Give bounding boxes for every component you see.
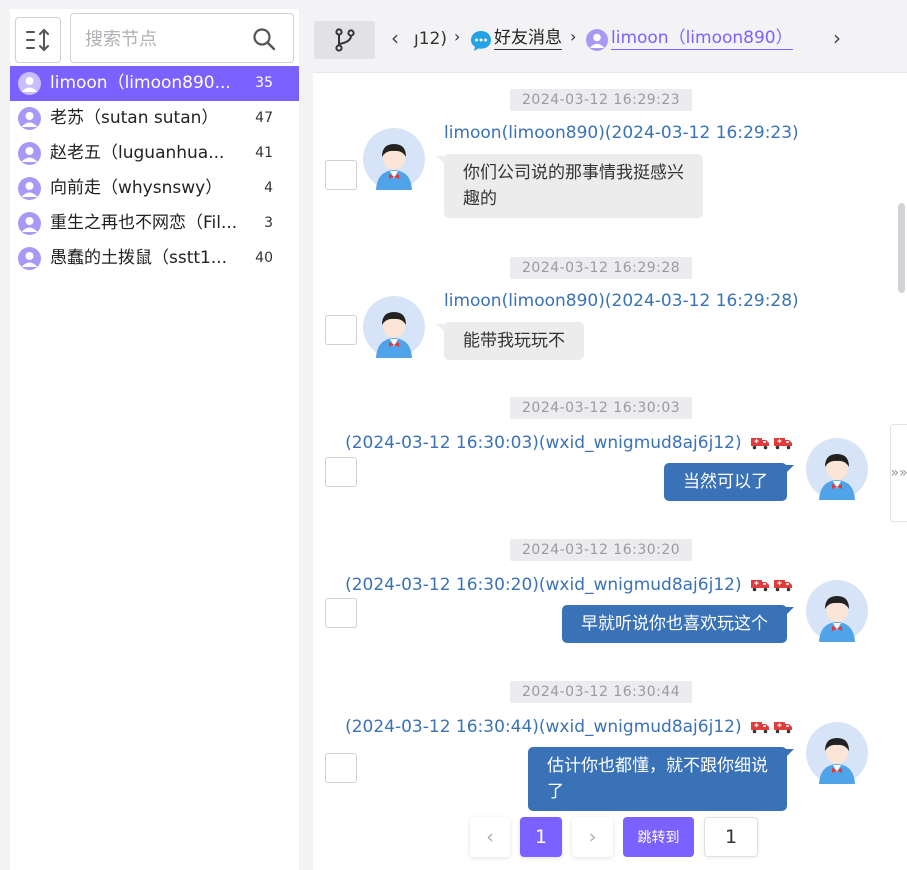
branch-button[interactable] [314,21,375,59]
contact-name: limoon（limoon890... [50,73,231,93]
app-window: limoon（limoon890... 35 老苏（sutan sutan） 4… [0,0,907,870]
delivery-truck-icon [774,438,792,450]
contact-name: 向前走（whysnswy） [50,178,223,198]
message-text-line: 当然可以了 [683,472,768,492]
contact-sidebar: limoon（limoon890... 35 老苏（sutan sutan） 4… [10,9,299,870]
message-count: 35 [255,75,273,91]
prev-page-button[interactable]: ‹ [470,817,510,857]
breadcrumb-back-arrow[interactable]: ‹ [391,26,399,50]
contact-item[interactable]: 愚蠢的土拨鼠（sstt1... 40 [10,241,299,276]
message-bubble[interactable]: 当然可以了 [664,463,794,501]
message-count: 47 [255,110,273,126]
user-avatar-icon [586,29,608,51]
chat-panel: ‹ ȷ12) › 好友消息 › limoon（limoon890） › 2024… [313,9,907,870]
message-bubble[interactable]: 你们公司说的那事情我挺感兴 趣的 [437,154,703,218]
delivery-truck-icon [751,580,769,592]
contact-name: 赵老五（luguanhua... [50,143,225,163]
message-sender: (2024-03-12 16:30:44)(wxid_wnigmud8aj6j1… [345,715,793,739]
scrollbar-thumb[interactable] [898,203,905,293]
jump-page-input[interactable] [704,817,758,857]
message-count: 40 [255,250,273,266]
delivery-truck-icon [774,580,792,592]
message-count: 41 [255,145,273,161]
message-select-checkbox[interactable] [325,457,357,487]
user-avatar-icon [18,142,41,165]
contact-name: 老苏（sutan sutan） [50,108,219,128]
message-timestamp: 2024-03-12 16:29:28 [510,257,693,279]
contact-item[interactable]: 重生之再也不网恋（Fil... 3 [10,206,299,241]
search-box [70,13,294,63]
message-timestamp: 2024-03-12 16:29:23 [510,89,693,111]
message-select-checkbox[interactable] [325,753,357,783]
message-select-checkbox[interactable] [325,315,357,345]
user-avatar-icon [363,128,425,190]
page-number-button[interactable]: 1 [520,817,562,857]
user-avatar-icon [363,296,425,358]
search-icon[interactable] [251,26,277,52]
message-sender: limoon(limoon890)(2024-03-12 16:29:23) [444,123,799,143]
jump-to-page-button[interactable]: 跳转到 [623,817,694,857]
breadcrumb-separator: › [570,27,577,46]
message-list: 2024-03-12 16:29:23 limoon(limoon890)(20… [313,72,907,870]
message-text-line: 你们公司说的那事情我挺感兴 [463,163,684,183]
message-text-line: 早就听说你也喜欢玩这个 [581,614,768,634]
user-avatar-icon [18,107,41,130]
message-sender: (2024-03-12 16:30:20)(wxid_wnigmud8aj6j1… [345,573,793,597]
message-count: 3 [264,215,273,231]
user-avatar-icon [806,438,868,500]
message-count: 4 [264,180,273,196]
contact-item[interactable]: limoon（limoon890... 35 [10,66,299,101]
message-sender: (2024-03-12 16:30:03)(wxid_wnigmud8aj6j1… [345,431,793,455]
delivery-truck-icon [751,438,769,450]
message-text-line: 趣的 [463,189,497,209]
chat-bubble-icon [471,31,491,51]
search-input[interactable] [85,26,245,52]
sort-button[interactable] [15,17,61,63]
user-avatar-icon [18,247,41,270]
message-timestamp: 2024-03-12 16:30:03 [510,397,693,419]
contact-item[interactable]: 向前走（whysnswy） 4 [10,171,299,206]
breadcrumb: ‹ ȷ12) › 好友消息 › limoon（limoon890） › [313,18,907,62]
breadcrumb-separator: › [454,27,461,46]
delivery-truck-icon [751,722,769,734]
message-text-line: 了 [547,782,564,802]
expand-panel-handle[interactable]: »» [890,424,907,522]
message-select-checkbox[interactable] [325,598,357,628]
message-bubble[interactable]: 能带我玩玩不 [437,322,584,360]
message-select-checkbox[interactable] [325,160,357,190]
user-avatar-icon [18,212,41,235]
message-timestamp: 2024-03-12 16:30:20 [510,539,693,561]
user-avatar-icon [806,580,868,642]
user-avatar-icon [18,72,41,95]
message-sender-text: (2024-03-12 16:30:20)(wxid_wnigmud8aj6j1… [345,575,742,595]
breadcrumb-forward-arrow[interactable]: › [833,26,841,50]
contact-name: 愚蠢的土拨鼠（sstt1... [50,248,228,268]
message-timestamp: 2024-03-12 16:30:44 [510,681,693,703]
message-text-line: 能带我玩玩不 [463,331,565,351]
contact-name: 重生之再也不网恋（Fil... [50,213,238,233]
message-text-line: 估计你也都懂，就不跟你细说 [547,756,768,776]
next-page-button[interactable]: › [572,817,613,857]
message-sender-text: (2024-03-12 16:30:44)(wxid_wnigmud8aj6j1… [345,717,742,737]
branch-icon [334,28,355,52]
user-avatar-icon [806,722,868,784]
contact-item[interactable]: 赵老五（luguanhua... 41 [10,136,299,171]
message-sender: limoon(limoon890)(2024-03-12 16:29:28) [444,291,799,311]
message-bubble[interactable]: 估计你也都懂，就不跟你细说 了 [528,747,794,811]
contact-list: limoon（limoon890... 35 老苏（sutan sutan） 4… [10,66,299,276]
breadcrumb-current-contact[interactable]: limoon（limoon890） [611,26,793,50]
breadcrumb-section-label: 好友消息 [494,28,562,50]
contact-item[interactable]: 老苏（sutan sutan） 47 [10,101,299,136]
message-bubble[interactable]: 早就听说你也喜欢玩这个 [562,605,794,643]
delivery-truck-icon [774,722,792,734]
message-sender-text: (2024-03-12 16:30:03)(wxid_wnigmud8aj6j1… [345,433,742,453]
breadcrumb-friend-messages[interactable]: 好友消息 [494,26,562,50]
breadcrumb-segment[interactable]: ȷ12) [414,28,447,50]
breadcrumb-current-label: limoon（limoon890） [611,28,793,50]
user-avatar-icon [18,177,41,200]
sort-icon [26,28,49,52]
